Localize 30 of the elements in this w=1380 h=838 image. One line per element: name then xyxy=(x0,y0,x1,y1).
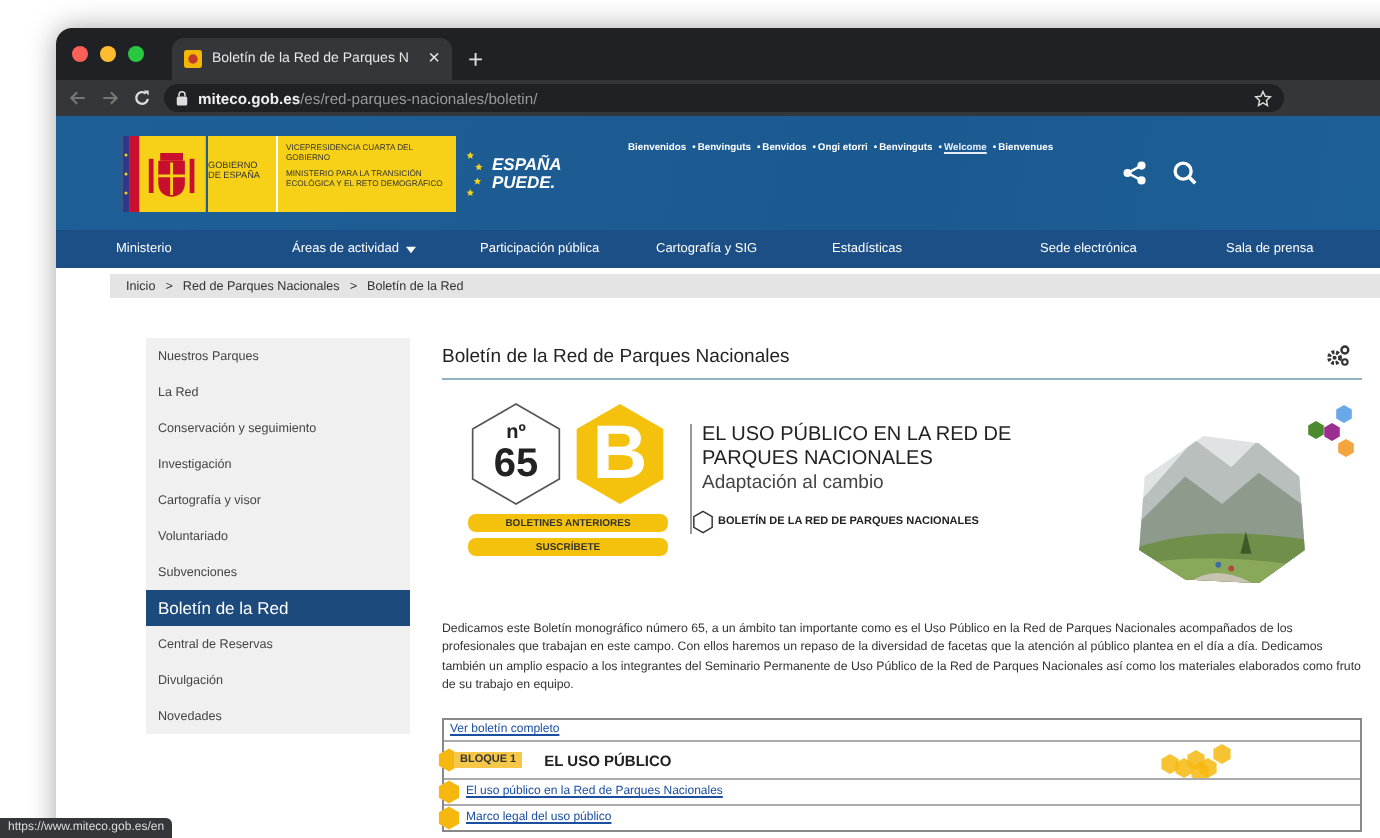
banner-headline: EL USO PÚBLICO EN LA RED DE PARQUES NACIONALES xyxy=(702,424,1014,472)
new-tab-button[interactable]: + xyxy=(468,46,484,72)
hexagon-cluster-drawing xyxy=(1306,404,1358,460)
hexagon-icon xyxy=(438,806,460,831)
coat-of-arms-drawing xyxy=(120,135,208,211)
share-icon[interactable] xyxy=(1121,160,1148,186)
forward-icon[interactable] xyxy=(100,88,120,108)
hexagon-outline-icon xyxy=(692,510,714,534)
search-icon[interactable] xyxy=(1171,160,1198,186)
slogan: ESPAÑA PUEDE. xyxy=(492,156,563,190)
gears-icon[interactable] xyxy=(1326,344,1350,368)
page-title: Boletín de la Red de Parques Nacionales xyxy=(442,345,790,367)
minimize-button[interactable] xyxy=(100,46,116,62)
back-icon[interactable] xyxy=(68,88,88,108)
maximize-button[interactable] xyxy=(128,46,144,62)
lock-icon xyxy=(176,90,188,106)
letter-mark: B xyxy=(592,416,648,492)
stars-icon xyxy=(466,147,486,199)
number-label: nº xyxy=(506,424,526,444)
reload-icon[interactable] xyxy=(132,88,152,108)
close-button[interactable] xyxy=(72,46,88,62)
caret-icon xyxy=(406,245,417,253)
close-tab-icon[interactable]: × xyxy=(428,49,440,69)
hexagon-icon xyxy=(438,780,460,805)
banner-subtitle: Adaptación al cambio xyxy=(702,472,886,494)
favicon-icon xyxy=(184,50,202,68)
sidebar-item[interactable]: Boletín de la Red xyxy=(146,590,410,626)
star-icon[interactable] xyxy=(1254,89,1272,107)
hexagon-outline-icon xyxy=(466,400,566,508)
issue-number: 65 xyxy=(493,444,539,484)
